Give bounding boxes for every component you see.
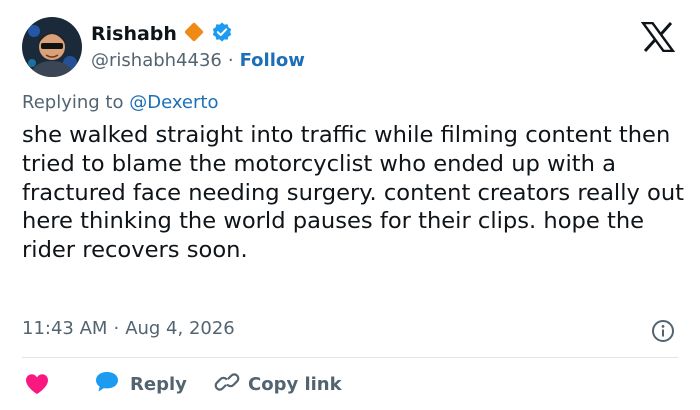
action-bar: Reply Copy link bbox=[0, 364, 700, 400]
heart-icon[interactable] bbox=[24, 372, 50, 396]
x-logo-icon[interactable] bbox=[640, 21, 676, 53]
link-icon bbox=[214, 367, 240, 401]
speech-bubble-icon bbox=[92, 367, 122, 401]
author-handle[interactable]: @rishabh4436 bbox=[91, 50, 222, 71]
follow-button[interactable]: Follow bbox=[240, 50, 305, 71]
author-display-name[interactable]: Rishabh bbox=[91, 23, 177, 45]
timestamp-separator: · bbox=[113, 318, 120, 339]
post-date: Aug 4, 2026 bbox=[125, 318, 235, 339]
copy-link-button[interactable]: Copy link bbox=[214, 367, 342, 401]
copy-link-label: Copy link bbox=[248, 373, 342, 395]
post-time: 11:43 AM bbox=[22, 318, 108, 339]
replying-to-mention[interactable]: @Dexerto bbox=[129, 92, 218, 113]
author-name-row: Rishabh bbox=[91, 21, 233, 47]
diamond-badge-icon bbox=[183, 21, 205, 47]
info-icon[interactable] bbox=[651, 319, 675, 343]
verified-check-icon bbox=[211, 21, 233, 47]
reply-button[interactable]: Reply bbox=[92, 367, 187, 401]
post-text: she walked straight into traffic while f… bbox=[22, 122, 685, 264]
author-handle-row: @rishabh4436 · Follow bbox=[91, 48, 305, 72]
replying-to-line: Replying to @Dexerto bbox=[22, 92, 218, 113]
post-timestamp[interactable]: 11:43 AM · Aug 4, 2026 bbox=[22, 318, 235, 339]
divider bbox=[22, 357, 678, 358]
replying-to-prefix: Replying to bbox=[22, 92, 124, 113]
reply-label: Reply bbox=[130, 373, 187, 395]
avatar[interactable] bbox=[22, 17, 82, 77]
handle-separator: · bbox=[227, 49, 234, 71]
